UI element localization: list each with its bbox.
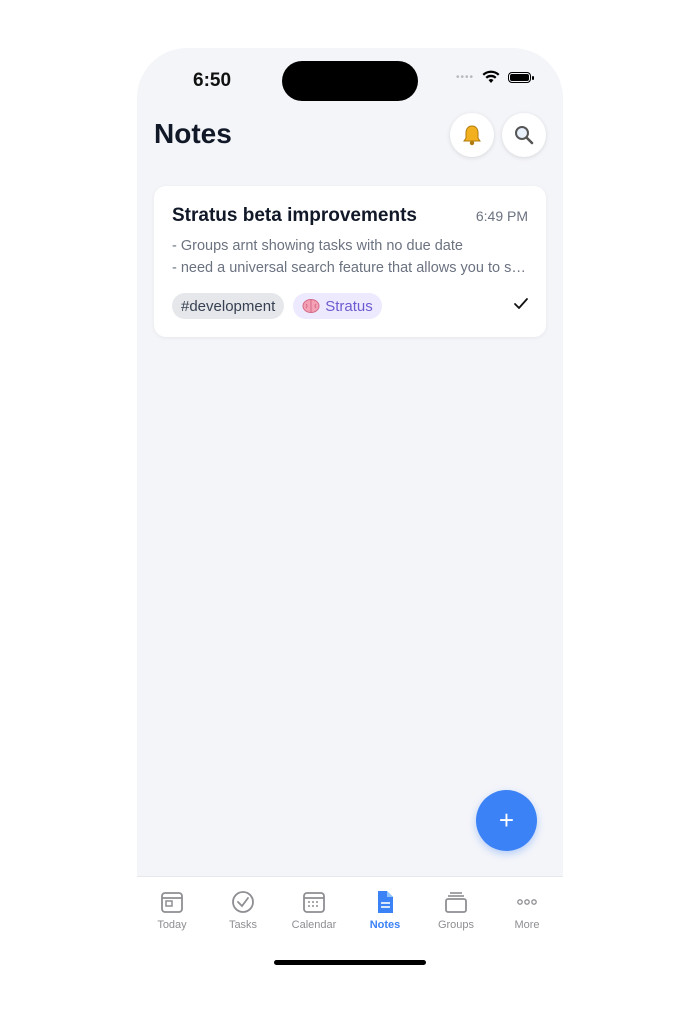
tag-development[interactable]: #development xyxy=(172,293,285,319)
tab-more[interactable]: More xyxy=(497,889,557,931)
stack-icon xyxy=(445,892,467,913)
checkmark-icon xyxy=(514,298,528,309)
tab-groups[interactable]: Groups xyxy=(426,889,486,931)
tag-stratus[interactable]: Stratus xyxy=(293,293,382,319)
notifications-button[interactable] xyxy=(450,113,494,157)
note-card[interactable]: Stratus beta improvements 6:49 PM - Grou… xyxy=(154,186,546,337)
add-note-button[interactable]: + xyxy=(476,790,537,851)
check-circle-icon xyxy=(232,891,254,913)
tab-label: Notes xyxy=(369,919,401,931)
today-icon xyxy=(161,892,183,913)
home-indicator[interactable] xyxy=(274,960,426,965)
tag-stratus-label: Stratus xyxy=(325,297,373,315)
bell-icon xyxy=(463,125,481,146)
note-preview-line: - Groups arnt showing tasks with no due … xyxy=(172,238,463,254)
tab-label: Today xyxy=(157,919,187,931)
brain-icon xyxy=(302,299,320,313)
document-icon xyxy=(378,891,393,913)
note-preview-line: - need a universal search feature that a… xyxy=(172,260,532,276)
note-title: Stratus beta improvements xyxy=(172,205,417,226)
signal-dots-icon: •••• xyxy=(455,71,474,83)
status-time: 6:50 xyxy=(193,70,232,91)
status-indicators: •••• xyxy=(455,70,534,84)
tab-notes[interactable]: Notes xyxy=(355,889,415,931)
search-button[interactable] xyxy=(502,113,546,157)
note-time: 6:49 PM xyxy=(475,208,528,224)
tab-calendar[interactable]: Calendar xyxy=(284,889,344,931)
note-tags: #development Stratus xyxy=(172,293,382,319)
tab-label: Calendar xyxy=(291,919,337,931)
phone-screen: 6:50 •••• Notes Stratus beta improvement… xyxy=(137,48,563,1024)
tab-today[interactable]: Today xyxy=(142,889,202,931)
tab-bar: Today Tasks Calendar Notes Groups More xyxy=(137,876,563,1024)
tab-label: Tasks xyxy=(228,919,258,931)
calendar-icon xyxy=(303,892,325,913)
dynamic-island xyxy=(282,61,418,101)
wifi-icon xyxy=(482,70,500,83)
page-title: Notes xyxy=(154,118,232,149)
more-icon xyxy=(517,899,537,905)
tab-tasks[interactable]: Tasks xyxy=(213,889,273,931)
tab-label: Groups xyxy=(437,919,475,931)
battery-icon xyxy=(508,71,534,83)
tab-label: More xyxy=(514,919,540,931)
search-icon xyxy=(515,126,534,145)
